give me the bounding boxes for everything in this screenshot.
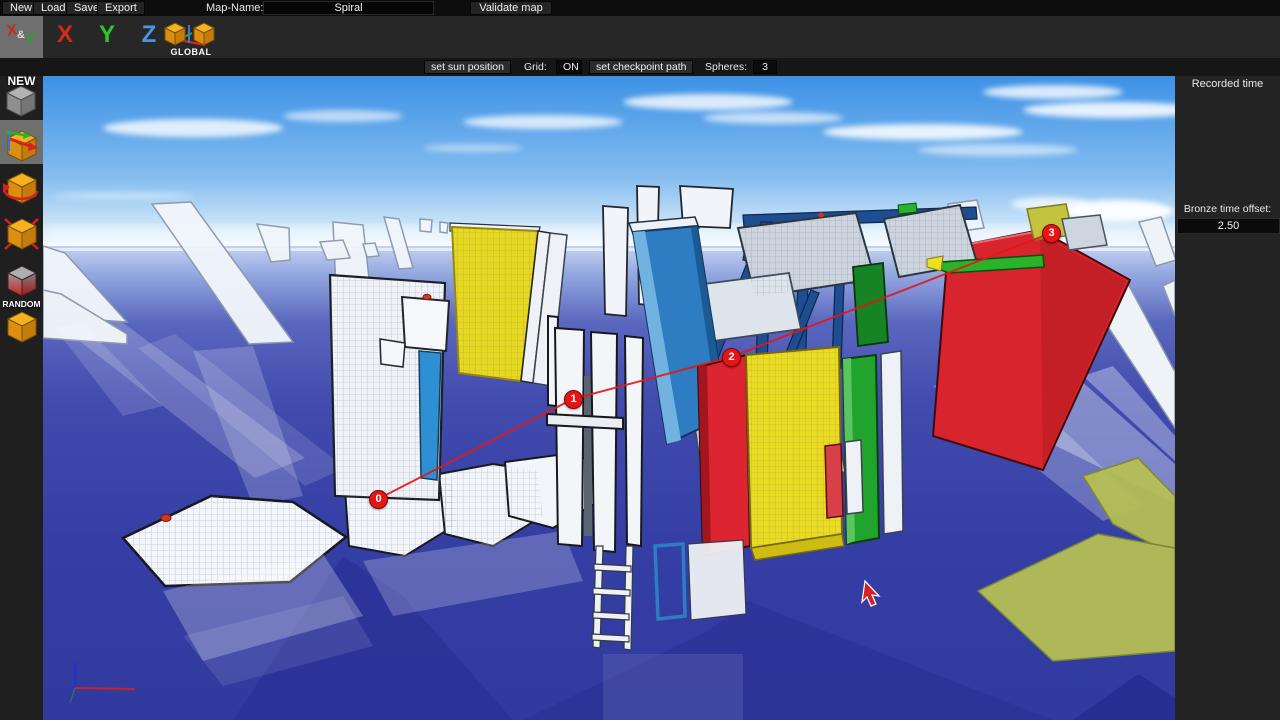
axis-toolbar: X & Y X Y Z GLOBAL: [0, 16, 1280, 58]
menu-bar: New Load Save Export Map-Name: Spiral Va…: [0, 0, 1280, 16]
set-sun-position-button[interactable]: set sun position: [424, 60, 511, 74]
time-panel: Recorded time Bronze time offset: 2.50: [1175, 76, 1280, 720]
spheres-label: Spheres:: [705, 61, 747, 73]
tool-sidebar: NEW: [0, 76, 43, 720]
checkpoint-marker-0[interactable]: 0: [369, 490, 388, 509]
move-tool-icon: [0, 120, 43, 164]
spheres-value-field[interactable]: 3: [753, 60, 777, 74]
sidebar-item-delete-block[interactable]: [0, 257, 43, 301]
sidebar-item-scale-tool[interactable]: [0, 209, 43, 253]
set-checkpoint-path-button[interactable]: set checkpoint path: [589, 60, 693, 74]
axis-y-button[interactable]: Y: [92, 21, 122, 49]
map-editor-window: New Load Save Export Map-Name: Spiral Va…: [0, 0, 1280, 720]
global-mode-button[interactable]: GLOBAL: [161, 18, 221, 58]
sidebar-item-random-block[interactable]: RANDOM: [0, 301, 43, 345]
xy-icon-y: Y: [23, 30, 35, 48]
grid-label: Grid:: [524, 61, 547, 73]
axis-z-button[interactable]: Z: [134, 21, 164, 49]
checkpoint-marker-2[interactable]: 2: [722, 348, 741, 367]
map-name-label: Map-Name:: [206, 2, 263, 14]
new-block-label: NEW: [0, 74, 43, 88]
sidebar-item-new-block[interactable]: NEW: [0, 76, 43, 120]
xy-plane-button[interactable]: X & Y: [0, 16, 43, 58]
options-bar: set sun position Grid: ON set checkpoint…: [0, 58, 1280, 76]
axis-x-button[interactable]: X: [50, 21, 80, 49]
checkpoint-marker-1[interactable]: 1: [564, 390, 583, 409]
bronze-time-offset-label: Bronze time offset:: [1175, 203, 1280, 215]
recorded-time-label: Recorded time: [1175, 78, 1280, 90]
delete-block-icon: [0, 257, 43, 301]
validate-map-button[interactable]: Validate map: [470, 1, 552, 15]
sidebar-item-rotate-tool[interactable]: [0, 165, 43, 209]
map-name-input[interactable]: Spiral: [263, 1, 434, 15]
3d-viewport[interactable]: [43, 76, 1175, 720]
global-label: GLOBAL: [161, 47, 221, 57]
random-block-label: RANDOM: [0, 299, 43, 309]
bronze-time-offset-field[interactable]: 2.50: [1177, 218, 1280, 234]
export-button[interactable]: Export: [97, 1, 145, 15]
checkpoint-marker-3[interactable]: 3: [1042, 224, 1061, 243]
grid-toggle-button[interactable]: ON: [556, 60, 582, 74]
rotate-tool-icon: [0, 165, 43, 209]
global-cubes-icon: [161, 18, 221, 48]
sidebar-item-move-tool[interactable]: [0, 120, 43, 164]
scale-tool-icon: [0, 209, 43, 253]
